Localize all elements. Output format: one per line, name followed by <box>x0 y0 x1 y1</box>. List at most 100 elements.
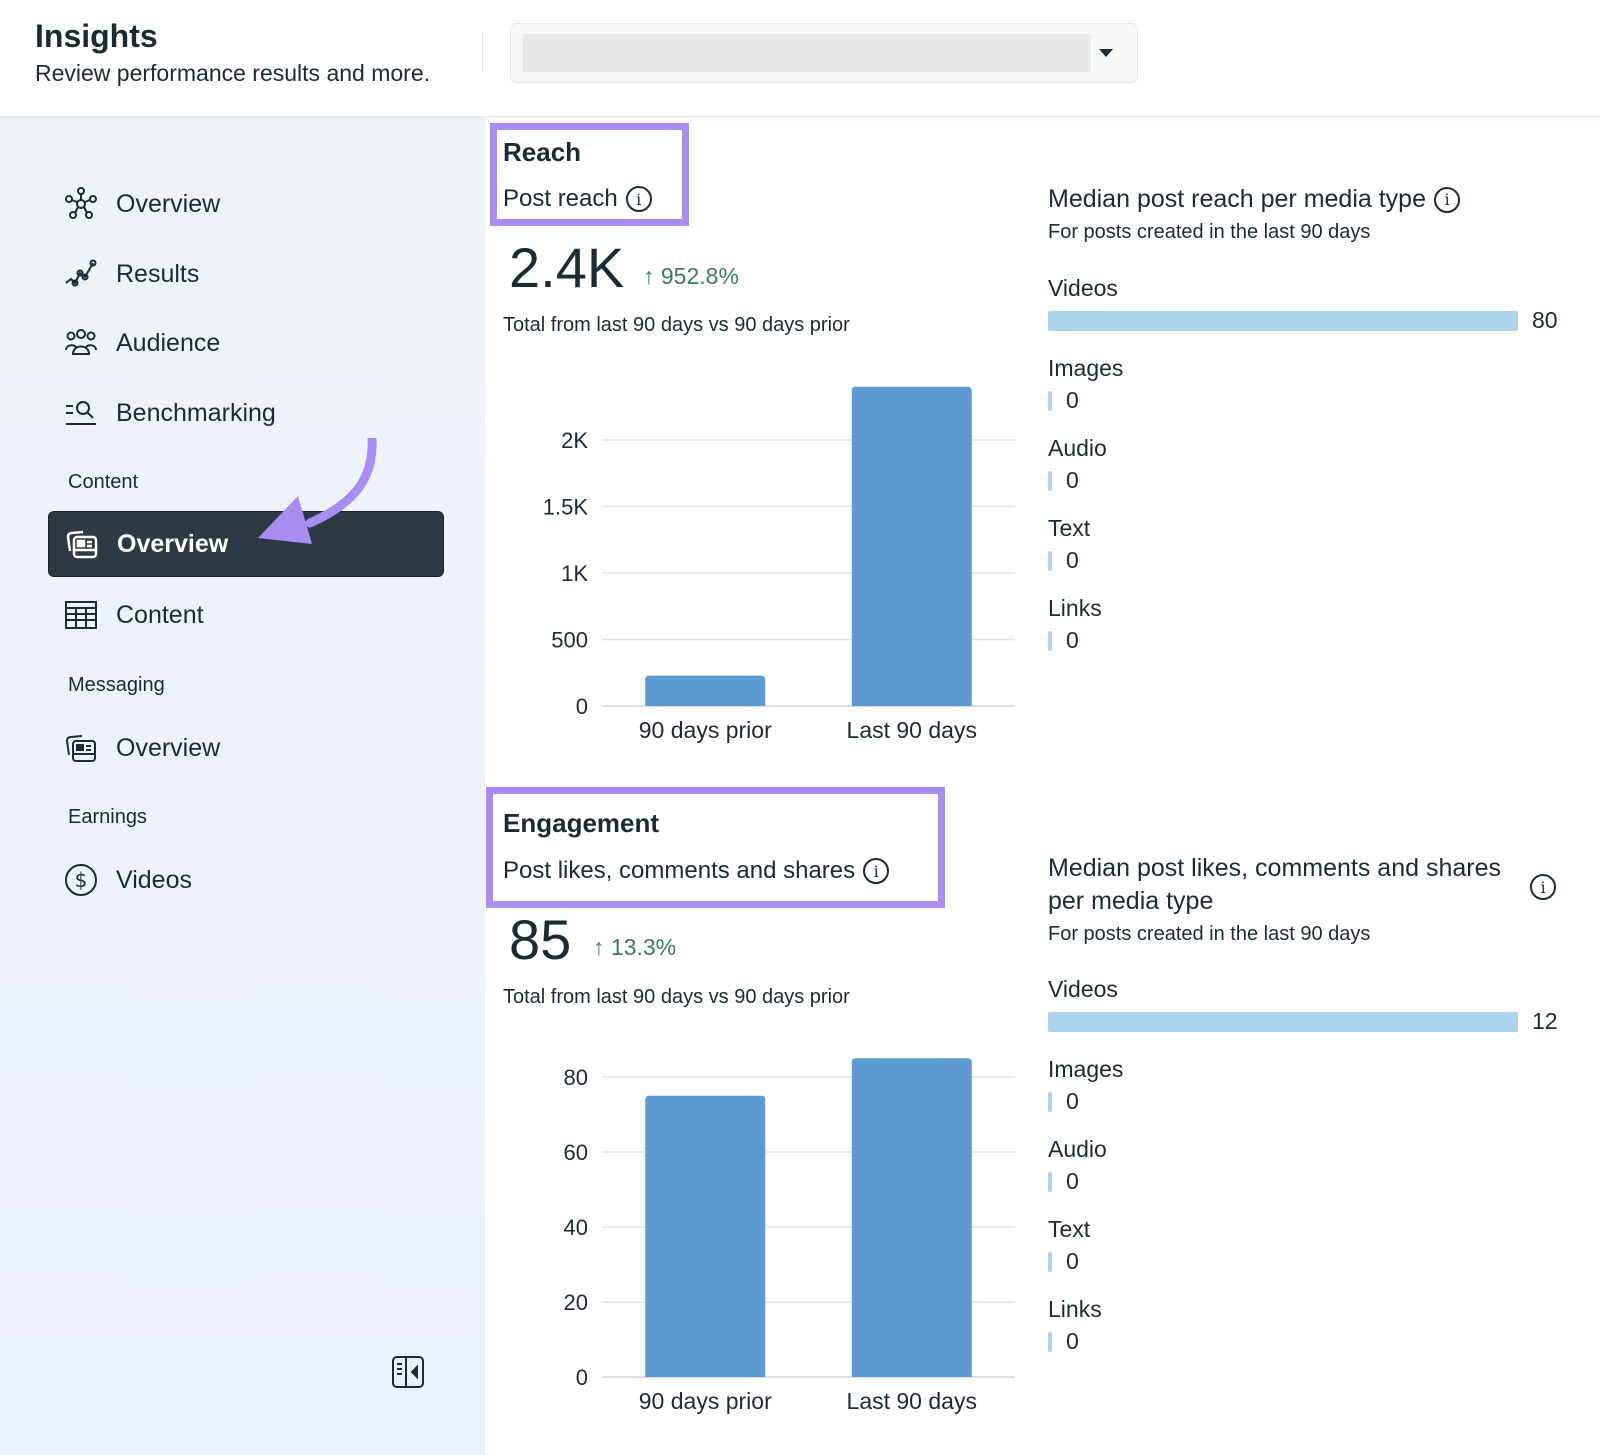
engagement-media-title: Median post likes, comments and shares p… <box>1048 854 1501 916</box>
sidebar-item-content-overview[interactable]: Overview <box>48 511 444 577</box>
sidebar-section-messaging: Messaging <box>68 674 165 696</box>
table-icon <box>64 598 98 632</box>
bar <box>851 1058 972 1377</box>
y-tick-label: 2K <box>561 428 588 453</box>
media-bar <box>1048 1332 1052 1352</box>
sidebar-section-content: Content <box>68 471 139 493</box>
media-label: Links <box>1048 1296 1102 1322</box>
engagement-media-subtitle: For posts created in the last 90 days <box>1048 923 1371 945</box>
engagement-media-title-line1: Median post likes, comments and shares <box>1048 854 1501 882</box>
y-tick-label: 1K <box>561 561 588 586</box>
sidebar-section-earnings: Earnings <box>68 806 147 828</box>
sidebar-item-label: Overview <box>117 529 229 558</box>
reach-metric-text: Post reach <box>503 185 618 212</box>
sidebar-item-overview[interactable]: Overview <box>48 171 444 237</box>
engagement-section-title: Engagement <box>503 808 660 838</box>
sidebar-item-results[interactable]: Results <box>48 241 444 307</box>
media-label: Links <box>1048 595 1102 621</box>
media-bar <box>1048 391 1052 411</box>
media-bar <box>1048 1172 1052 1192</box>
sidebar-item-label: Results <box>116 259 200 288</box>
media-row-videos: Videos 80 <box>1048 275 1578 355</box>
arrow-up-icon: ↑ <box>643 263 655 289</box>
media-value: 0 <box>1066 387 1079 413</box>
reach-media-subtitle: For posts created in the last 90 days <box>1048 221 1371 243</box>
page-selector-dropdown[interactable] <box>510 23 1138 83</box>
sidebar-item-label: Content <box>116 600 204 629</box>
sidebar-item-label: Benchmarking <box>116 398 276 427</box>
info-icon[interactable]: i <box>863 858 890 884</box>
info-icon[interactable]: i <box>625 186 652 212</box>
media-label: Audio <box>1048 435 1107 461</box>
media-value: 12 <box>1532 1008 1558 1034</box>
reach-delta: ↑ 952.8% <box>643 263 739 290</box>
media-value: 0 <box>1066 1248 1079 1274</box>
engagement-metric-label: Post likes, comments and shares i <box>503 857 890 885</box>
media-value: 0 <box>1066 1328 1079 1354</box>
sidebar-item-benchmarking[interactable]: Benchmarking <box>48 380 444 446</box>
media-bar <box>1048 1252 1052 1272</box>
y-tick-label: 60 <box>564 1140 588 1165</box>
collapse-sidebar-icon <box>391 1356 425 1393</box>
sidebar-item-audience[interactable]: Audience <box>48 310 444 376</box>
media-value: 0 <box>1066 467 1079 493</box>
media-value: 0 <box>1066 1088 1079 1114</box>
media-bar <box>1048 551 1052 571</box>
media-value: 0 <box>1066 627 1079 653</box>
media-value: 0 <box>1066 1168 1079 1194</box>
y-tick-label: 0 <box>576 694 588 719</box>
media-label: Videos <box>1048 275 1118 301</box>
sidebar-item-label: Overview <box>116 733 221 762</box>
x-tick-label: 90 days prior <box>639 717 772 743</box>
x-tick-label: 90 days prior <box>639 1388 772 1414</box>
engagement-delta: ↑ 13.3% <box>593 934 676 961</box>
sidebar-item-earnings-videos[interactable]: $ Videos <box>48 847 444 913</box>
media-row-images: Images 0 <box>1048 1056 1578 1136</box>
engagement-bar-chart: 0 20 40 60 80 90 days prior Last 90 days <box>564 1058 1015 1414</box>
header-divider <box>482 32 483 72</box>
bar <box>851 386 972 706</box>
media-bar <box>1048 311 1518 331</box>
cards-icon <box>65 527 99 561</box>
media-label: Images <box>1048 1056 1124 1082</box>
media-row-audio: Audio 0 <box>1048 1136 1578 1216</box>
media-row-links: Links 0 <box>1048 595 1578 675</box>
media-row-audio: Audio 0 <box>1048 435 1578 515</box>
page-subtitle: Review performance results and more. <box>35 60 430 86</box>
collapse-sidebar-button[interactable] <box>391 1355 425 1389</box>
media-row-images: Images 0 <box>1048 355 1578 435</box>
y-tick-label: 0 <box>576 1365 588 1390</box>
media-value: 80 <box>1532 307 1558 333</box>
info-icon[interactable]: i <box>1434 186 1460 213</box>
reach-section-title: Reach <box>503 137 582 167</box>
y-tick-label: 1.5K <box>543 495 589 520</box>
media-label: Audio <box>1048 1136 1107 1162</box>
reach-media-list: Videos 80 Images 0 Audio 0 Text 0 Links 0 <box>1048 275 1578 675</box>
caret-down-icon <box>1099 49 1113 57</box>
svg-text:$: $ <box>75 868 88 892</box>
media-bar <box>1048 1012 1518 1032</box>
media-bar <box>1048 631 1052 651</box>
engagement-caption: Total from last 90 days vs 90 days prior <box>503 986 850 1008</box>
x-tick-label: Last 90 days <box>847 1388 977 1414</box>
info-icon[interactable]: i <box>1530 874 1556 900</box>
reach-bar-chart: 0 500 1K 1.5K 2K 90 days prior Last 90 days <box>543 386 1015 743</box>
reach-metric-label: Post reach i <box>503 185 652 213</box>
engagement-highlight-box <box>486 787 945 908</box>
sidebar: Overview Results Audience Benchmarking C… <box>0 117 485 1455</box>
engagement-media-list: Videos 12 Images 0 Audio 0 Text 0 Links 0 <box>1048 976 1578 1376</box>
media-value: 0 <box>1066 547 1079 573</box>
sidebar-item-content[interactable]: Content <box>48 582 444 648</box>
trend-line-icon <box>64 257 98 291</box>
page-title: Insights <box>35 18 158 54</box>
people-icon <box>64 326 98 360</box>
sidebar-item-label: Overview <box>116 189 221 218</box>
engagement-value: 85 <box>509 908 572 971</box>
sidebar-item-label: Audience <box>116 328 221 357</box>
reach-caption: Total from last 90 days vs 90 days prior <box>503 314 850 336</box>
dollar-circle-icon: $ <box>64 863 98 897</box>
sidebar-item-messaging-overview[interactable]: Overview <box>48 715 444 781</box>
media-row-links: Links 0 <box>1048 1296 1578 1376</box>
list-search-icon <box>64 396 98 430</box>
arrow-up-icon: ↑ <box>593 934 605 960</box>
